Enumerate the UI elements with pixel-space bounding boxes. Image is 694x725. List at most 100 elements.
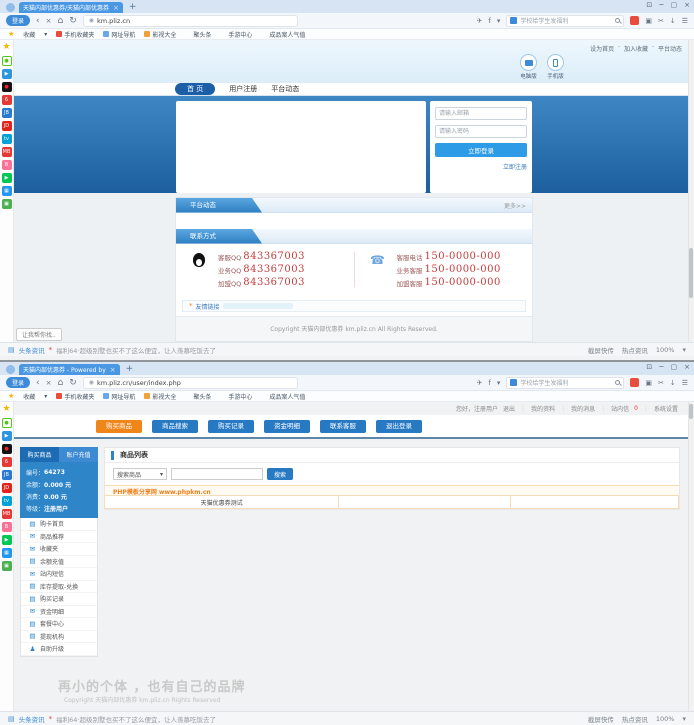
password-field[interactable] <box>435 125 527 138</box>
my-messages-link[interactable]: 我的消息 <box>571 404 595 413</box>
buy-goods-button[interactable]: 购买商品 <box>96 420 142 433</box>
play-app-icon[interactable]: ▶ <box>2 173 12 183</box>
favorites-chevron-icon[interactable]: ▾ <box>44 393 47 400</box>
back-icon[interactable]: ‹ <box>36 378 40 388</box>
favorites-star-icon[interactable]: ★ <box>8 392 14 400</box>
calendar-app-icon[interactable]: ▦ <box>2 548 12 558</box>
sidebar-tab-recharge[interactable]: 账户充值 <box>59 447 98 462</box>
download-icon[interactable]: ↓ <box>670 378 676 388</box>
bookmark-item[interactable]: 影视大全 <box>144 392 176 401</box>
download-icon[interactable]: ↓ <box>670 16 676 26</box>
app-icon-jb[interactable]: JB <box>2 108 12 118</box>
bookmark-item[interactable]: 聚头条 <box>185 392 211 401</box>
favorites-app-icon[interactable]: ★ <box>2 405 12 415</box>
logout-link[interactable]: 退出 <box>503 404 515 413</box>
video-app-icon[interactable]: ▶ <box>2 69 12 79</box>
tab-close-icon[interactable]: × <box>113 4 119 12</box>
news-more-link[interactable]: 更多>> <box>504 201 526 210</box>
browser-tab[interactable]: 天猫内部优惠券 - Powered by × <box>19 364 120 375</box>
menu-item[interactable]: ✉收藏夹 <box>21 543 97 556</box>
profile-button[interactable]: 登录 <box>6 377 30 388</box>
finder-widget[interactable]: 让我帮你找.. <box>16 328 62 341</box>
favorites-label[interactable]: 收藏 <box>23 30 35 39</box>
video-app-icon[interactable]: ▶ <box>2 431 12 441</box>
app-icon-6[interactable]: 6 <box>2 457 12 467</box>
contact-support-button[interactable]: 联系客服 <box>320 420 366 433</box>
history-app-icon[interactable]: ● <box>2 418 12 428</box>
bookmark-item[interactable]: 影视大全 <box>144 30 176 39</box>
bookmark-item[interactable]: 手机收藏夹 <box>56 30 94 39</box>
menu-item[interactable]: ♟自助升级 <box>21 643 97 656</box>
app-icon-mb[interactable]: MB <box>2 509 12 519</box>
extension-icon[interactable] <box>630 16 639 25</box>
desktop-version[interactable]: 电脑版 <box>520 54 537 80</box>
page-scrollbar[interactable] <box>688 402 694 711</box>
media-app-icon[interactable]: ● <box>2 444 12 454</box>
browser-search-box[interactable]: 学校给学生发福利 <box>506 377 624 389</box>
media-app-icon[interactable]: ● <box>2 82 12 92</box>
search-type-select[interactable]: 搜索商品 ▾ <box>113 468 167 480</box>
product-row[interactable]: 天猫优惠券测试 <box>105 496 679 509</box>
bookmark-item[interactable]: 聚头条 <box>185 30 211 39</box>
app-icon-tv[interactable]: tv <box>2 134 12 144</box>
menu-item[interactable]: ▤购买记录 <box>21 593 97 606</box>
search-icon[interactable] <box>615 380 620 385</box>
inbox-link[interactable]: 站内信 <box>611 404 629 413</box>
app-icon-jd[interactable]: JD <box>2 121 12 131</box>
extension-icon[interactable] <box>630 378 639 387</box>
favorites-chevron-icon[interactable]: ▾ <box>44 31 47 38</box>
page-scrollbar[interactable] <box>688 40 694 342</box>
set-homepage-link[interactable]: 设为首页 <box>590 44 614 53</box>
carousel-placeholder[interactable] <box>176 101 426 193</box>
play-app-icon[interactable]: ▶ <box>2 535 12 545</box>
login-button[interactable]: 立即登录 <box>435 143 527 157</box>
mobile-version[interactable]: 手机版 <box>547 54 564 80</box>
my-profile-link[interactable]: 我的资料 <box>531 404 555 413</box>
product-name[interactable]: 天猫优惠券测试 <box>104 495 339 509</box>
settings-link[interactable]: 系统设置 <box>654 404 678 413</box>
app-icon-mb[interactable]: MB <box>2 147 12 157</box>
boss-key-icon[interactable]: ⊡ <box>646 1 652 9</box>
grid-app-icon[interactable]: ▣ <box>2 199 12 209</box>
bookmark-item[interactable]: 网址导航 <box>103 30 135 39</box>
goods-search-button[interactable]: 商品搜索 <box>152 420 198 433</box>
menu-item[interactable]: ▤余额充值 <box>21 556 97 569</box>
favorites-label[interactable]: 收藏 <box>23 392 35 401</box>
send-to-phone-icon[interactable]: ✈ <box>476 16 482 26</box>
refresh-icon[interactable]: ↻ <box>69 16 77 26</box>
app-icon-jb[interactable]: JB <box>2 470 12 480</box>
scrollbar-thumb[interactable] <box>689 248 693 298</box>
history-app-icon[interactable]: ● <box>2 56 12 66</box>
flag-icon[interactable]: f <box>488 16 490 26</box>
menu-icon[interactable]: ☰ <box>682 378 688 388</box>
bookmark-item[interactable]: 手机收藏夹 <box>56 392 94 401</box>
qq-number[interactable]: 843367003 <box>243 264 305 275</box>
address-bar[interactable]: ◉ km.pliz.cn/user/index.php <box>83 377 298 389</box>
menu-item[interactable]: ▤提现机构 <box>21 631 97 644</box>
scrollbar-thumb[interactable] <box>689 404 693 419</box>
screenshot-icon[interactable]: ✂ <box>658 16 664 26</box>
home-icon[interactable]: ⌂ <box>58 16 64 26</box>
minimize-icon[interactable]: ─ <box>659 363 663 371</box>
sidebar-tab-buy[interactable]: 购买商品 <box>20 447 59 462</box>
nav-tab-home[interactable]: 首 页 <box>175 83 215 95</box>
register-link[interactable]: 立即注册 <box>435 162 527 171</box>
nav-tab-register[interactable]: 用户注册 <box>229 84 257 94</box>
new-tab-button[interactable]: + <box>126 364 134 375</box>
tab-close-icon[interactable]: × <box>110 366 116 374</box>
minimize-icon[interactable]: ─ <box>659 1 663 9</box>
new-tab-button[interactable]: + <box>129 2 137 13</box>
news-ticker[interactable]: 福利64·超级别墅也买不了这么便宜，让人羡慕吃饭去了 <box>56 714 216 724</box>
multi-window-icon[interactable]: ▣ <box>645 378 652 388</box>
refresh-icon[interactable]: ↻ <box>69 378 77 388</box>
maximize-icon[interactable]: ▢ <box>671 363 678 371</box>
stop-icon[interactable]: × <box>46 16 52 26</box>
news-feed-icon[interactable]: ▤ <box>8 715 15 723</box>
friend-links-label[interactable]: 友情链接 <box>196 302 220 311</box>
browser-search-box[interactable]: 学校给学生发福利 <box>506 15 624 27</box>
search-icon[interactable] <box>615 18 620 23</box>
hotspot-feed-label[interactable]: 热点资讯 <box>622 345 648 355</box>
app-icon-jd[interactable]: JD <box>2 483 12 493</box>
purchase-records-button[interactable]: 购买记录 <box>208 420 254 433</box>
fund-details-button[interactable]: 资金明细 <box>264 420 310 433</box>
